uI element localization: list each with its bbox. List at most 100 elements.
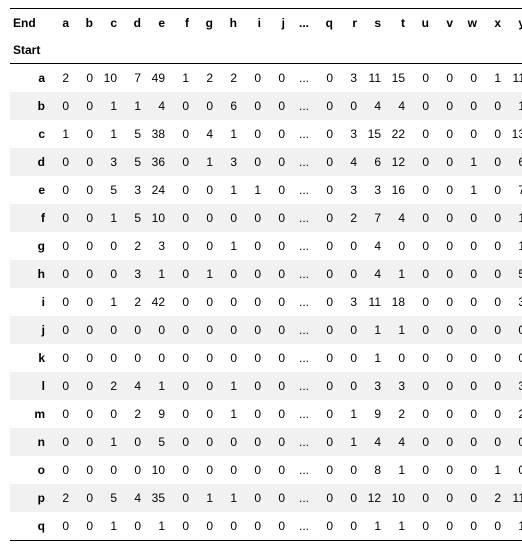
cell: 0 (456, 288, 480, 316)
cell: 3 (120, 176, 144, 204)
cell: 2 (120, 232, 144, 260)
col-header: d (120, 9, 144, 38)
cell: 0 (312, 120, 336, 148)
cell: 0 (504, 344, 522, 372)
cell: 1 (336, 400, 360, 428)
cell: 0 (96, 316, 120, 344)
cell: 0 (168, 232, 192, 260)
cell: 0 (456, 512, 480, 540)
cell: 0 (312, 400, 336, 428)
cell: 0 (264, 344, 288, 372)
cell: 0 (120, 428, 144, 456)
cell: 0 (48, 512, 72, 540)
row-label: h (10, 260, 48, 288)
row-label: c (10, 120, 48, 148)
cell: 1 (504, 204, 522, 232)
cell: 2 (504, 400, 522, 428)
cell: 0 (240, 92, 264, 120)
cell: 0 (456, 92, 480, 120)
cell: 0 (168, 204, 192, 232)
cell: 0 (168, 456, 192, 484)
cell: 0 (408, 400, 432, 428)
cell: 0 (48, 92, 72, 120)
cell: 0 (408, 288, 432, 316)
cell: 2 (48, 484, 72, 512)
cell: 0 (456, 456, 480, 484)
cell: 0 (120, 456, 144, 484)
cell: 0 (432, 288, 456, 316)
cell: 3 (360, 372, 384, 400)
cell: 0 (264, 288, 288, 316)
cell: 0 (432, 456, 456, 484)
table-row: b0011400600...0044000010 (10, 92, 522, 120)
cell: 1 (96, 428, 120, 456)
cell: 0 (168, 148, 192, 176)
row-label: n (10, 428, 48, 456)
cell: 5 (120, 148, 144, 176)
cell: 4 (360, 232, 384, 260)
cell: 0 (408, 176, 432, 204)
cell: 1 (360, 344, 384, 372)
cell: 5 (96, 176, 120, 204)
cell: 0 (312, 512, 336, 540)
cell: 0 (144, 344, 168, 372)
cell: 0 (48, 288, 72, 316)
cell: 0 (432, 484, 456, 512)
letter-bigram-table: End abcdefghij...qrstuvwxyz Start a20107… (0, 0, 522, 549)
cell: 0 (72, 400, 96, 428)
cell: 11 (360, 64, 384, 93)
cell: 1 (240, 176, 264, 204)
cell: 0 (192, 400, 216, 428)
cell: 42 (144, 288, 168, 316)
cell: 0 (432, 344, 456, 372)
cell: 0 (432, 400, 456, 428)
cell: 0 (312, 260, 336, 288)
cell: 35 (144, 484, 168, 512)
cell: 0 (168, 120, 192, 148)
cell: 38 (144, 120, 168, 148)
cell: 0 (432, 232, 456, 260)
cell: 9 (144, 400, 168, 428)
row-label: e (10, 176, 48, 204)
col-header: t (384, 9, 408, 38)
cell: 0 (48, 400, 72, 428)
cell: 0 (480, 120, 504, 148)
table-row: m0002900100...0192000020 (10, 400, 522, 428)
cell: 0 (456, 400, 480, 428)
cell: 3 (216, 148, 240, 176)
cell: 0 (408, 512, 432, 540)
row-label: i (10, 288, 48, 316)
cell: 0 (240, 232, 264, 260)
table-row: j0000000000...0011000000 (10, 316, 522, 344)
cell: 0 (312, 484, 336, 512)
cell: 2 (336, 204, 360, 232)
cell: 0 (168, 288, 192, 316)
cell: 0 (240, 428, 264, 456)
cell: 0 (96, 232, 120, 260)
cell: 0 (408, 232, 432, 260)
cell: 0 (192, 288, 216, 316)
col-header: ... (288, 9, 312, 38)
cell: 0 (480, 92, 504, 120)
cell: 0 (432, 260, 456, 288)
cell: ... (288, 372, 312, 400)
cell: 6 (504, 148, 522, 176)
cell: 1 (96, 120, 120, 148)
cell: ... (288, 344, 312, 372)
cell: 0 (456, 232, 480, 260)
cell: 3 (336, 288, 360, 316)
cell: ... (288, 260, 312, 288)
cell: 0 (408, 316, 432, 344)
cell: 0 (264, 428, 288, 456)
cell: 0 (456, 120, 480, 148)
cell: 0 (264, 64, 288, 93)
col-header: e (144, 9, 168, 38)
row-label: m (10, 400, 48, 428)
cell: 0 (336, 456, 360, 484)
cell: 0 (168, 484, 192, 512)
row-label: g (10, 232, 48, 260)
cell: ... (288, 232, 312, 260)
cell: 1 (96, 512, 120, 540)
col-header: f (168, 9, 192, 38)
cell: ... (288, 64, 312, 93)
